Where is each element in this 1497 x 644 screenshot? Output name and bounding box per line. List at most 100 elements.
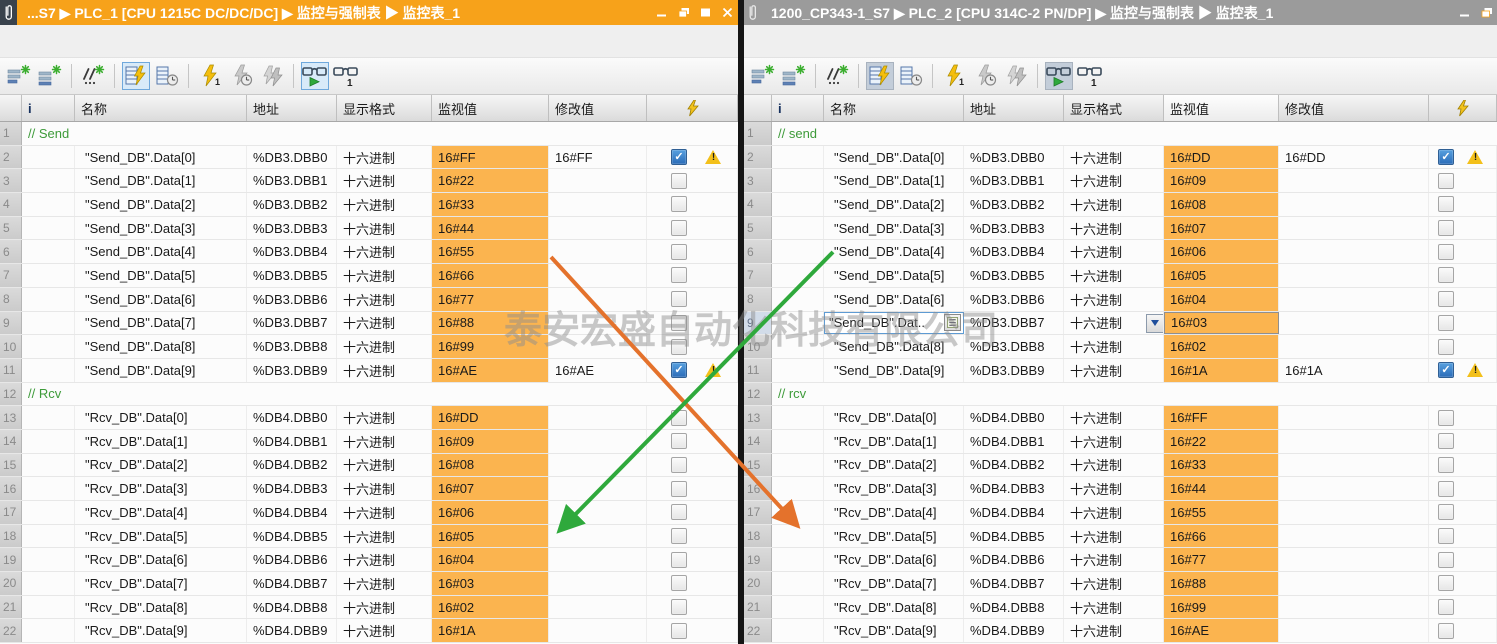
modify-checkbox[interactable] (671, 244, 687, 260)
display-format-cell[interactable]: 十六进制 (1064, 264, 1164, 287)
display-format-cell[interactable]: 十六进制 (1064, 193, 1164, 216)
address-cell[interactable]: %DB3.DBB7 (247, 312, 337, 335)
name-cell[interactable]: "Rcv_DB".Data[2] (75, 454, 247, 477)
monitor-value-cell[interactable]: 16#1A (1164, 359, 1279, 382)
modify-value-cell[interactable] (1279, 525, 1429, 548)
address-cell[interactable]: %DB3.DBB0 (964, 146, 1064, 169)
name-cell[interactable]: "Send_DB".Data[4] (824, 240, 964, 263)
address-cell[interactable]: %DB3.DBB9 (247, 359, 337, 382)
modify-value-cell[interactable] (549, 406, 647, 429)
monitor-value-cell[interactable]: 16#1A (432, 619, 549, 642)
name-cell[interactable]: "Rcv_DB".Data[0] (824, 406, 964, 429)
display-format-cell[interactable]: 十六进制 (1064, 169, 1164, 192)
monitor-value-cell[interactable]: 16#55 (432, 240, 549, 263)
display-format-cell[interactable]: 十六进制 (1064, 501, 1164, 524)
address-cell[interactable]: %DB4.DBB8 (964, 596, 1064, 619)
monitor-value-cell[interactable]: 16#55 (1164, 501, 1279, 524)
display-format-cell[interactable]: 十六进制 (1064, 572, 1164, 595)
modify-checkbox[interactable] (671, 267, 687, 283)
name-cell[interactable]: "Send_DB".Data[2] (824, 193, 964, 216)
modify-value-cell[interactable]: 16#DD (1279, 146, 1429, 169)
display-format-cell[interactable]: 十六进制 (337, 240, 432, 263)
modify-checkbox[interactable] (1438, 552, 1454, 568)
modify-value-cell[interactable] (549, 548, 647, 571)
modify-checkbox[interactable] (1438, 267, 1454, 283)
column-header-mod[interactable]: 修改值 (1279, 95, 1429, 121)
display-format-cell[interactable]: 十六进制 (1064, 217, 1164, 240)
modify-value-cell[interactable] (549, 335, 647, 358)
name-cell[interactable]: "Send_DB".Data[6] (75, 288, 247, 311)
modify-checkbox[interactable] (671, 504, 687, 520)
maximize-button[interactable] (698, 5, 713, 20)
modify-once-icon[interactable]: 1 (940, 62, 968, 90)
modify-checkbox[interactable] (671, 291, 687, 307)
address-cell[interactable]: %DB3.DBB1 (964, 169, 1064, 192)
insert-row-icon[interactable] (5, 62, 33, 90)
name-cell[interactable]: "Send_DB".Data[0] (75, 146, 247, 169)
address-cell[interactable]: %DB3.DBB4 (247, 240, 337, 263)
monitor-value-cell[interactable]: 16#44 (1164, 477, 1279, 500)
modify-disabled-icon[interactable] (258, 62, 286, 90)
display-format-cell[interactable]: 十六进制 (337, 454, 432, 477)
modify-checkbox[interactable] (671, 457, 687, 473)
monitor-value-cell[interactable]: 16#66 (1164, 525, 1279, 548)
monitor-value-cell[interactable]: 16#08 (1164, 193, 1279, 216)
display-format-cell[interactable]: 十六进制 (337, 548, 432, 571)
name-cell[interactable]: "Rcv_DB".Data[2] (824, 454, 964, 477)
monitor-value-cell[interactable]: 16#02 (432, 596, 549, 619)
name-cell[interactable]: "Send_DB".Dat.. (824, 312, 964, 335)
monitor-value-cell[interactable]: 16#77 (1164, 548, 1279, 571)
display-format-cell[interactable]: 十六进制 (1064, 548, 1164, 571)
modify-checkbox[interactable] (671, 220, 687, 236)
show-modify-columns-icon[interactable] (301, 62, 329, 90)
display-format-cell[interactable]: 十六进制 (1064, 146, 1164, 169)
modify-value-cell[interactable] (549, 193, 647, 216)
address-cell[interactable]: %DB4.DBB9 (247, 619, 337, 642)
monitor-value-cell[interactable]: 16#03 (432, 572, 549, 595)
modify-value-cell[interactable] (1279, 454, 1429, 477)
display-format-cell[interactable]: 十六进制 (1064, 335, 1164, 358)
close-button[interactable] (720, 5, 735, 20)
address-cell[interactable]: %DB3.DBB3 (247, 217, 337, 240)
modify-checkbox[interactable] (1438, 410, 1454, 426)
modify-value-cell[interactable] (1279, 288, 1429, 311)
format-dropdown-button[interactable] (1146, 314, 1164, 333)
monitor-once-icon[interactable] (897, 62, 925, 90)
modify-value-cell[interactable] (549, 501, 647, 524)
display-format-cell[interactable]: 十六进制 (337, 477, 432, 500)
modify-value-cell[interactable] (549, 312, 647, 335)
modify-checkbox[interactable] (1438, 504, 1454, 520)
address-cell[interactable]: %DB3.DBB2 (247, 193, 337, 216)
modify-value-cell[interactable] (549, 596, 647, 619)
show-trigger-column-icon[interactable]: 1 (1076, 62, 1104, 90)
modify-value-cell[interactable] (1279, 430, 1429, 453)
address-cell[interactable]: %DB4.DBB1 (247, 430, 337, 453)
monitor-value-cell[interactable]: 16#07 (432, 477, 549, 500)
float-button[interactable] (676, 5, 691, 20)
monitor-value-cell[interactable]: 16#03 (1164, 312, 1279, 335)
address-cell[interactable]: %DB3.DBB6 (247, 288, 337, 311)
name-cell[interactable]: "Send_DB".Data[3] (75, 217, 247, 240)
comment-cell[interactable]: // Rcv (22, 383, 738, 406)
name-cell[interactable]: "Send_DB".Data[9] (75, 359, 247, 382)
browse-button[interactable] (944, 314, 961, 331)
name-cell[interactable]: "Rcv_DB".Data[4] (75, 501, 247, 524)
modify-checkbox[interactable] (671, 528, 687, 544)
modify-value-cell[interactable] (549, 572, 647, 595)
modify-checkbox[interactable] (1438, 481, 1454, 497)
name-cell[interactable]: "Send_DB".Data[2] (75, 193, 247, 216)
modify-value-cell[interactable] (1279, 619, 1429, 642)
display-format-cell[interactable]: 十六进制 (337, 430, 432, 453)
address-cell[interactable]: %DB4.DBB9 (964, 619, 1064, 642)
name-cell[interactable]: "Send_DB".Data[9] (824, 359, 964, 382)
minimize-button[interactable] (654, 5, 669, 20)
display-format-cell[interactable]: 十六进制 (1064, 619, 1164, 642)
display-format-cell[interactable]: 十六进制 (1064, 596, 1164, 619)
panel-divider[interactable] (738, 0, 744, 644)
display-format-cell[interactable]: 十六进制 (1064, 240, 1164, 263)
modify-checkbox[interactable] (1438, 220, 1454, 236)
modify-value-cell[interactable] (549, 288, 647, 311)
modify-value-cell[interactable] (549, 217, 647, 240)
insert-comment-icon[interactable] (823, 62, 851, 90)
monitor-value-cell[interactable]: 16#FF (432, 146, 549, 169)
